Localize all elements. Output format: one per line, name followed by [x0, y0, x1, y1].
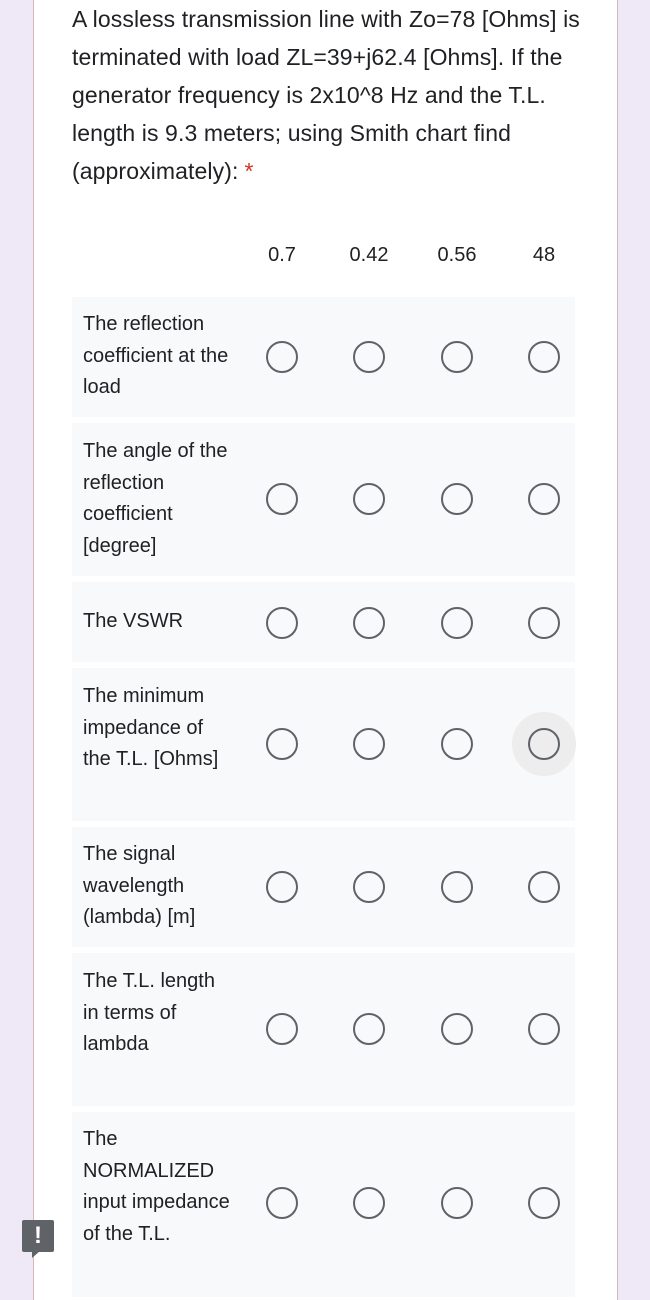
row-label: The T.L. length in terms of lambda [83, 970, 215, 1055]
radio-button[interactable] [266, 483, 298, 515]
radio-button[interactable] [528, 483, 560, 515]
grid-row: The minimum impedance of the T.L. [Ohms] [72, 668, 575, 821]
radio-button[interactable] [441, 1187, 473, 1219]
column-header: 48 [532, 244, 556, 266]
grid-row: The reflection coefficient at the load [72, 297, 575, 417]
radio-button[interactable] [353, 1013, 385, 1045]
question-text: A lossless transmission line with Zo=78 … [72, 6, 580, 184]
row-label: The VSWR [83, 610, 184, 632]
radio-button[interactable] [441, 607, 473, 639]
radio-button[interactable] [266, 1187, 298, 1219]
radio-button[interactable] [353, 341, 385, 373]
radio-button[interactable] [266, 341, 298, 373]
radio-button[interactable] [266, 607, 298, 639]
radio-button[interactable] [266, 871, 298, 903]
radio-button[interactable] [528, 871, 560, 903]
radio-button[interactable] [353, 483, 385, 515]
radio-button[interactable] [441, 871, 473, 903]
row-label: The signal wavelength (lambda) [m] [83, 843, 196, 928]
radio-button[interactable] [441, 341, 473, 373]
column-header: 0.56 [437, 244, 477, 266]
grid-row: The T.L. length in terms of lambda [72, 953, 575, 1106]
grid-row: The VSWR [72, 582, 575, 662]
radio-button[interactable] [528, 341, 560, 373]
radio-button[interactable] [528, 1013, 560, 1045]
radio-button[interactable] [353, 607, 385, 639]
row-label: The reflection coefficient at the load [83, 313, 229, 398]
radio-button[interactable] [441, 1013, 473, 1045]
radio-button[interactable] [353, 871, 385, 903]
radio-button[interactable] [441, 483, 473, 515]
row-label: The NORMALIZED input impedance of the T.… [83, 1128, 230, 1245]
radio-button[interactable] [353, 1187, 385, 1219]
radio-button[interactable] [266, 1013, 298, 1045]
radio-button[interactable] [528, 728, 560, 760]
radio-button[interactable] [353, 728, 385, 760]
radio-button[interactable] [441, 728, 473, 760]
radio-button[interactable] [266, 728, 298, 760]
column-header: 0.7 [268, 244, 296, 266]
grid-row: The signal wavelength (lambda) [m] [72, 827, 575, 947]
row-label: The minimum impedance of the T.L. [Ohms] [83, 685, 219, 770]
column-header: 0.42 [349, 244, 389, 266]
radio-button[interactable] [528, 607, 560, 639]
report-problem-icon[interactable]: ! [22, 1220, 54, 1258]
required-asterisk: * [244, 158, 254, 184]
question-title: A lossless transmission line with Zo=78 … [72, 0, 592, 190]
row-label: The angle of the reflection coefficient … [83, 440, 228, 557]
grid-row: The angle of the reflection coefficient … [72, 423, 575, 576]
radio-button[interactable] [528, 1187, 560, 1219]
exclamation-glyph: ! [34, 1222, 42, 1249]
grid-row: The NORMALIZED input impedance of the T.… [72, 1112, 575, 1297]
